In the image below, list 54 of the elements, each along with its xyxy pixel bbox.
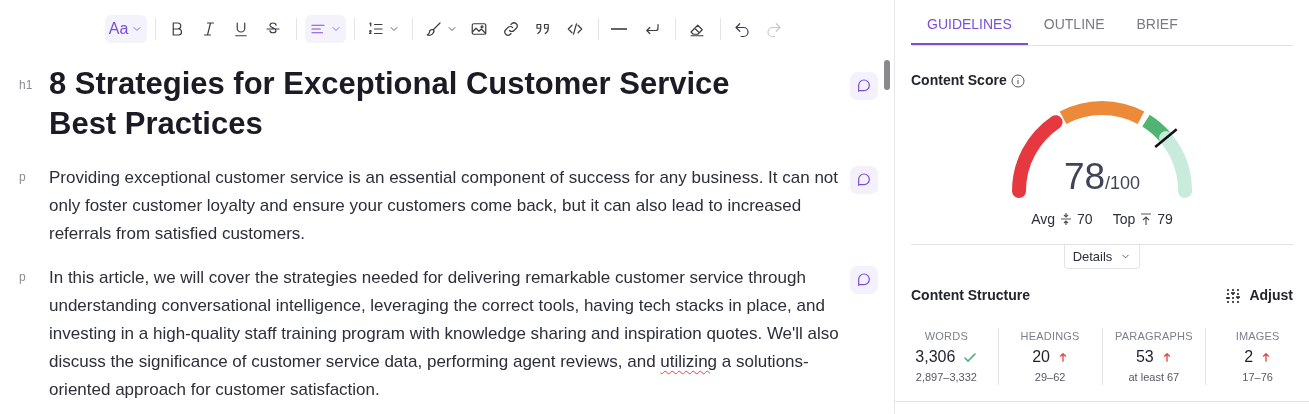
stat-value: 3,306 (915, 346, 956, 367)
block-tag: p (0, 268, 49, 286)
comment-icon (856, 272, 872, 288)
section-title: Content Score (911, 71, 1007, 90)
comment-button[interactable] (850, 266, 878, 294)
details-button[interactable]: Details (1063, 244, 1141, 269)
stat-value: 53 (1135, 346, 1154, 367)
horizontal-rule-icon (611, 28, 628, 30)
stat-range: 17–76 (1241, 369, 1274, 385)
scrollbar-thumb[interactable] (884, 60, 890, 90)
stat-label: HEADINGS (1019, 329, 1081, 344)
up-arrow-icon (1058, 350, 1068, 363)
stat-range: 29–62 (1033, 369, 1067, 385)
stat-range: at least 67 (1127, 369, 1181, 385)
comment-icon (856, 78, 872, 94)
stat-label: PARAGRAPHS (1114, 329, 1194, 344)
code-icon (566, 20, 585, 38)
link-icon (502, 20, 521, 38)
stat-value: 2 (1244, 346, 1254, 367)
section-title: Content Structure (911, 286, 1030, 305)
paragraph: In this article, we will cover the strategies needed for delivering remarkable customer service through understanding conversational intelligence, leveraging the correct tools, having tech stacks in place, and investing in a high-quality staff training program with knowledge sharing and inspiration quotes. We'll also discuss the significance of customer service data, performing agent reviews, and utilizing a solutions-oriented approach for customer satisfaction. (49, 267, 839, 401)
image-icon (470, 20, 489, 38)
average-value: 70 (1077, 209, 1093, 229)
stat-range: 2,897–3,332 (914, 369, 978, 385)
top-label: Top (1112, 209, 1136, 229)
average-label: Avg (1031, 209, 1056, 229)
gauge-marker (1154, 128, 1178, 148)
undo-icon (733, 20, 752, 38)
tab[interactable]: BRIEF (1120, 8, 1194, 45)
up-arrow-icon (1261, 350, 1272, 363)
paragraph: Providing exceptional customer service is an essential component of success for any business. It can not only foster customer loyalty and ensure your customers come back, but it can also lead to increased referrals from satisfied customers. (49, 167, 839, 245)
stat-value: 20 (1032, 346, 1050, 367)
comment-icon (856, 172, 872, 188)
up-arrow-icon (1161, 350, 1172, 363)
stat-label: IMAGES (1234, 329, 1281, 344)
tab[interactable]: GUIDELINES (911, 8, 1028, 45)
score-max: /100 (1105, 173, 1141, 195)
article-heading: 8 Strategies for Exceptional Customer Service Best Practices (49, 65, 731, 143)
tab[interactable]: OUTLINE (1027, 8, 1121, 45)
top-value: 79 (1157, 209, 1173, 229)
score-value: 78 (1063, 155, 1106, 199)
block-tag: p (0, 168, 49, 186)
text-style-button[interactable]: Aa (104, 15, 148, 43)
comment-button[interactable] (850, 166, 878, 194)
sliders-icon (1225, 287, 1242, 304)
comment-button[interactable] (850, 72, 878, 100)
info-icon[interactable] (1010, 73, 1025, 88)
top-icon (1139, 212, 1154, 226)
check-icon (963, 350, 978, 363)
stat-label: WORDS (923, 329, 969, 344)
block-tag: h1 (0, 76, 49, 94)
average-icon (1059, 212, 1074, 226)
redo-icon (765, 20, 784, 38)
adjust-button[interactable]: Adjust (1225, 285, 1293, 306)
